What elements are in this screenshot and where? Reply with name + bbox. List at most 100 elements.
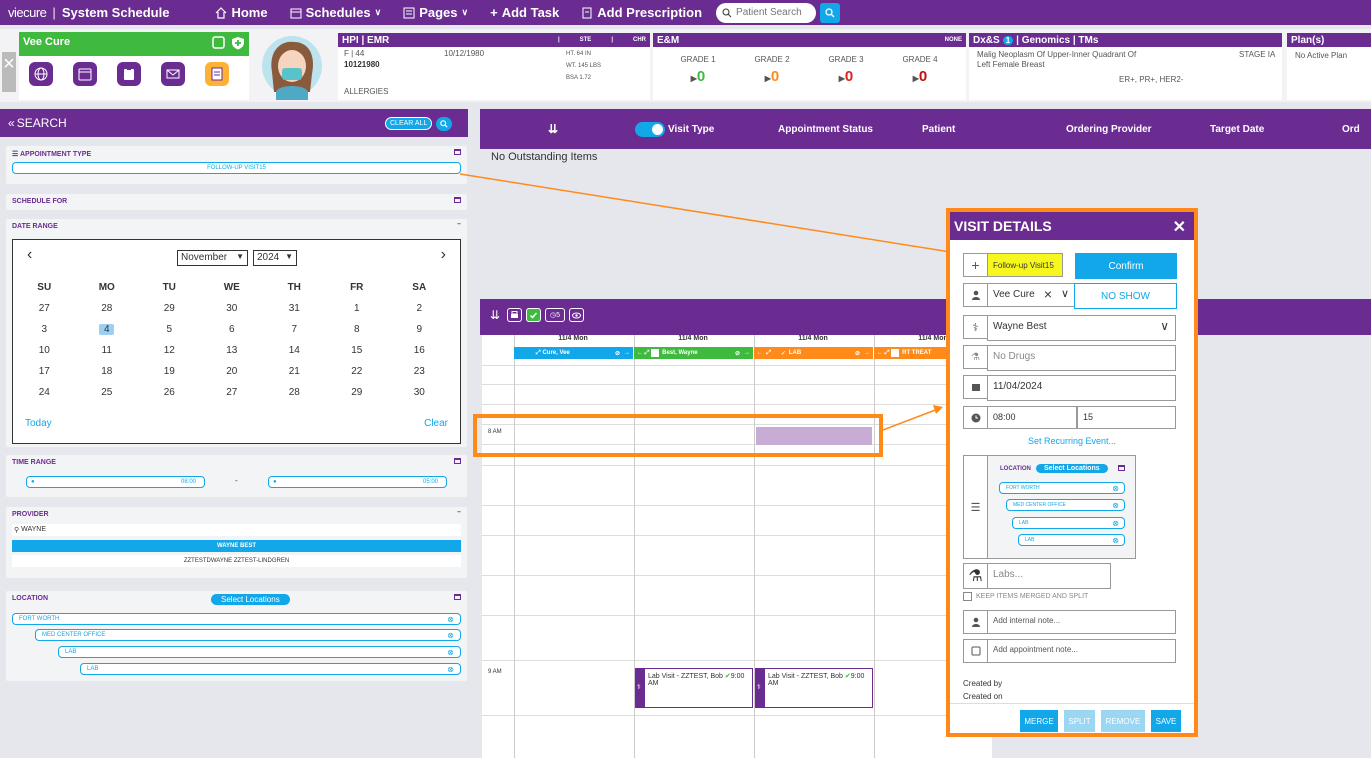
col-ordering-provider[interactable]: Ordering Provider xyxy=(1066,124,1152,135)
patient-select[interactable]: Vee Cure × ∨ xyxy=(987,283,1075,307)
date-field[interactable]: 11/04/2024 xyxy=(987,375,1176,401)
time-field[interactable]: 08:00 xyxy=(987,406,1077,429)
column-resource-header[interactable]: ← ⤢ Best, Wayne ⊘ → xyxy=(634,347,753,359)
chevron-double-down-icon[interactable]: ⇊ xyxy=(490,308,500,322)
set-recurring-link[interactable]: Set Recurring Event... xyxy=(950,436,1194,446)
checkbox[interactable] xyxy=(651,349,660,357)
select-locations-button[interactable]: Select Locations xyxy=(211,594,290,605)
save-button[interactable]: SAVE xyxy=(1151,710,1181,732)
column-resource-header[interactable]: ← ⤢ RT TREAT xyxy=(874,347,948,359)
remove-icon[interactable]: ⊗ xyxy=(447,615,454,624)
calendar-icon[interactable] xyxy=(73,62,97,86)
patient-name[interactable]: Vee Cure xyxy=(23,36,70,52)
provider-option[interactable]: ZZTESTDWAYNE ZZTEST-LINDGREN xyxy=(12,555,461,567)
appointment-event[interactable]: ⚕ Lab Visit - ZZTEST, Bob ✔9:00 AM xyxy=(635,668,753,708)
calendar-day[interactable]: 24 xyxy=(13,387,76,398)
search-icon[interactable] xyxy=(436,117,452,131)
clear-icon[interactable]: × xyxy=(1044,286,1052,302)
remove-icon[interactable]: ⊗ xyxy=(1112,536,1119,545)
patient-search-button[interactable] xyxy=(820,2,841,23)
minimize-icon[interactable] xyxy=(454,594,461,600)
calendar-day[interactable]: 22 xyxy=(326,366,389,377)
calendar-day[interactable]: 2 xyxy=(388,303,451,314)
calendar-day[interactable]: 28 xyxy=(263,387,326,398)
dx-panel[interactable]: Dx&S 1 | Genomics | TMs Malig Neoplasm Of … xyxy=(969,33,1282,100)
collapse-icon[interactable]: – xyxy=(457,221,461,228)
nav-add-prescription[interactable]: Add Prescription xyxy=(581,5,702,20)
col-target-date[interactable]: Target Date xyxy=(1210,124,1264,135)
print-icon[interactable] xyxy=(507,308,522,322)
calendar-day[interactable]: 21 xyxy=(263,366,326,377)
remove-icon[interactable]: ⊗ xyxy=(1112,484,1119,493)
visit-location-chip[interactable]: FORT WORTH ⊗ xyxy=(999,482,1125,494)
clear-all-button[interactable]: CLEAR ALL xyxy=(385,117,433,130)
checkbox[interactable] xyxy=(963,592,972,601)
collapse-icon[interactable]: – xyxy=(457,509,461,516)
remove-icon[interactable]: ⊗ xyxy=(1112,519,1119,528)
nav-schedules[interactable]: Schedules ∨ xyxy=(290,5,381,20)
calendar-day[interactable]: 16 xyxy=(388,345,451,356)
plans-panel[interactable]: Plan(s) No Active Plan xyxy=(1287,33,1371,100)
chevron-double-down-icon[interactable]: ⇊ xyxy=(548,122,558,136)
calendar-day[interactable]: 9 xyxy=(388,324,451,335)
collapse-icon[interactable]: « xyxy=(8,116,15,130)
year-select[interactable]: 2024 ▼ xyxy=(253,250,297,266)
calendar-day[interactable]: 30 xyxy=(388,387,451,398)
visit-select-locations-button[interactable]: Select Locations xyxy=(1036,464,1108,473)
time-range-end[interactable]: ● 05:00 xyxy=(268,476,447,488)
keep-items-merged[interactable]: KEEP ITEMS MERGED AND SPLIT xyxy=(963,592,1088,601)
provider-search-input[interactable]: ⚲ WAYNE xyxy=(12,524,461,536)
calendar-day[interactable]: 3 xyxy=(13,324,76,335)
calendar-day-selected[interactable]: 4 xyxy=(76,324,139,335)
remove-icon[interactable]: ⊗ xyxy=(447,631,454,640)
calendar-day[interactable]: 10 xyxy=(13,345,76,356)
globe-icon[interactable] xyxy=(29,62,53,86)
calendar-day[interactable]: 23 xyxy=(388,366,451,377)
confirm-button[interactable]: Confirm xyxy=(1075,253,1177,279)
column-resource-header[interactable]: ← ⤢ ✓ LAB ⊘ → xyxy=(754,347,873,359)
calendar-day[interactable]: 27 xyxy=(201,387,264,398)
calendar-day[interactable]: 6 xyxy=(201,324,264,335)
calendar-day[interactable]: 29 xyxy=(138,303,201,314)
nav-home[interactable]: Home xyxy=(215,5,268,20)
calendar-day[interactable]: 13 xyxy=(201,345,264,356)
check-icon[interactable] xyxy=(526,308,541,322)
visit-type-toggle[interactable] xyxy=(635,122,665,137)
remove-icon[interactable]: ⊗ xyxy=(447,648,454,657)
nav-add-task[interactable]: + Add Task xyxy=(490,5,559,20)
calendar-day[interactable]: 19 xyxy=(138,366,201,377)
calendar-day[interactable]: 27 xyxy=(13,303,76,314)
hpi-panel[interactable]: HPI | EMR | STE | CHR F | 44 10/12/1980 1012… xyxy=(338,33,650,100)
col-visit-type[interactable]: Visit Type xyxy=(668,124,714,135)
minimize-icon[interactable] xyxy=(454,197,461,203)
col-patient[interactable]: Patient xyxy=(922,124,955,135)
calendar-day[interactable]: 29 xyxy=(326,387,389,398)
eye-icon[interactable] xyxy=(569,308,584,322)
checkbox-checked[interactable]: ✓ xyxy=(781,350,786,357)
calendar-day[interactable]: 1 xyxy=(326,303,389,314)
month-select[interactable]: November ▼ xyxy=(177,250,248,266)
visit-type-field[interactable]: Follow-up Visit15 xyxy=(987,253,1063,277)
location-chip[interactable]: FORT WORTH ⊗ xyxy=(12,613,461,625)
col-appointment-status[interactable]: Appointment Status xyxy=(778,124,873,135)
provider-select[interactable]: Wayne Best ∨ xyxy=(987,315,1176,341)
location-chip[interactable]: LAB ⊗ xyxy=(80,663,461,675)
visit-location-chip[interactable]: LAB ⊗ xyxy=(1018,534,1125,546)
appointment-type-value[interactable]: FOLLOW-UP VISIT15 xyxy=(12,162,461,174)
labs-field[interactable]: Labs... xyxy=(987,563,1111,589)
calendar-day[interactable]: 26 xyxy=(138,387,201,398)
shield-plus-icon[interactable] xyxy=(231,36,245,50)
minimize-icon[interactable] xyxy=(454,458,461,464)
plus-icon[interactable]: + xyxy=(963,253,987,277)
time-range-start[interactable]: ● 08:00 xyxy=(26,476,205,488)
calendar-day[interactable]: 20 xyxy=(201,366,264,377)
calendar-day[interactable]: 17 xyxy=(13,366,76,377)
remove-icon[interactable]: ⊗ xyxy=(1112,501,1119,510)
merge-button[interactable]: MERGE xyxy=(1020,710,1058,732)
chevron-right-icon[interactable]: › xyxy=(441,246,446,264)
clear-link[interactable]: Clear xyxy=(424,418,448,429)
calendar-day[interactable]: 8 xyxy=(326,324,389,335)
em-panel[interactable]: E&M NONE GRADE 1 ▶0 GRADE 2 ▶0 GRADE 3 ▶0 GR… xyxy=(653,33,966,100)
calendar-day[interactable]: 12 xyxy=(138,345,201,356)
checkbox[interactable] xyxy=(891,349,900,357)
